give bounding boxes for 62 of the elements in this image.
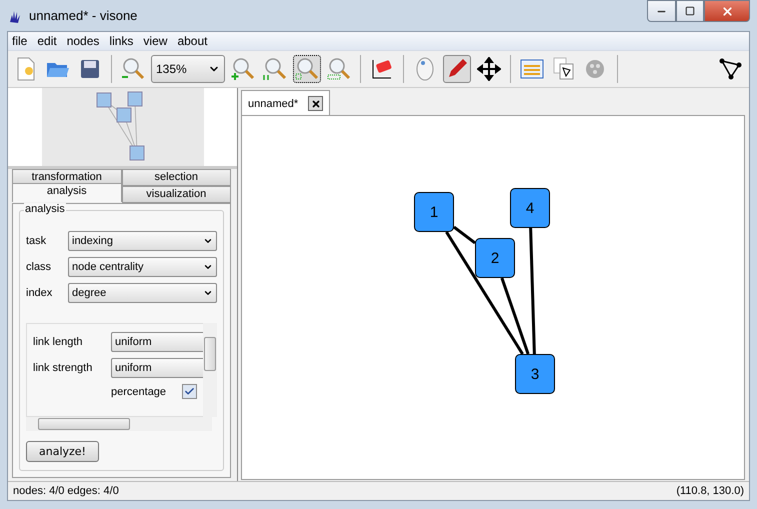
maximize-icon xyxy=(685,6,695,16)
panel-tab[interactable]: selection xyxy=(122,169,231,186)
zoom-fit-icon xyxy=(295,57,319,81)
graph-node[interactable]: 3 xyxy=(515,354,555,394)
document-tab[interactable]: unnamed* xyxy=(241,90,330,116)
checkbox[interactable] xyxy=(182,384,198,399)
zoom-level-dropdown[interactable]: 135% xyxy=(151,55,225,83)
dropdown[interactable]: uniform xyxy=(111,358,203,378)
status-counts: nodes: 4/0 edges: 4/0 xyxy=(13,485,119,497)
group-legend: analysis xyxy=(24,203,66,215)
list-window-icon xyxy=(520,59,544,79)
new-file-icon xyxy=(15,57,37,81)
menu-item[interactable]: nodes xyxy=(66,34,100,48)
field-label: class xyxy=(26,261,52,273)
dropdown[interactable]: uniform xyxy=(111,332,203,352)
menu-item[interactable]: view xyxy=(143,34,168,48)
menu-item[interactable]: about xyxy=(177,34,208,48)
analyze-button[interactable]: analyze! xyxy=(26,441,99,462)
maximize-button[interactable] xyxy=(676,0,704,22)
checkbox-label: percentage xyxy=(111,386,166,398)
graph-node[interactable]: 2 xyxy=(475,238,515,278)
graph-node[interactable]: 1 xyxy=(414,192,454,232)
zoom-width-icon xyxy=(327,57,351,81)
field-label: task xyxy=(26,235,48,247)
minimize-button[interactable] xyxy=(647,0,676,22)
menu-item[interactable]: edit xyxy=(37,34,57,48)
menu-item[interactable]: file xyxy=(12,34,28,48)
tab-close-button[interactable] xyxy=(308,96,324,111)
dropdown-caret-icon xyxy=(203,236,213,246)
zoom-in-icon xyxy=(231,57,255,81)
vertical-scrollbar[interactable] xyxy=(203,323,217,417)
mouse-icon xyxy=(416,57,434,81)
cursor-coordinates: (110.8, 130.0) xyxy=(676,485,744,497)
check-icon xyxy=(184,386,196,397)
zoom-out-icon xyxy=(121,57,145,81)
field-label: index xyxy=(26,287,54,299)
close-button[interactable] xyxy=(704,0,750,22)
close-icon xyxy=(310,98,321,108)
option-label: link length xyxy=(32,336,84,348)
tab-title: unnamed* xyxy=(248,98,298,110)
window-title: unnamed* - visone xyxy=(29,8,138,23)
copy-pages-icon xyxy=(553,57,575,81)
pencil-button[interactable] xyxy=(443,55,471,83)
panel-tab[interactable]: analysis xyxy=(12,183,122,202)
dropdown[interactable]: node centrality xyxy=(68,257,217,277)
menu-item[interactable]: links xyxy=(109,34,134,48)
move-arrows-button[interactable] xyxy=(475,55,503,83)
option-label: link strength xyxy=(32,362,94,374)
close-icon xyxy=(720,4,734,18)
horizontal-scrollbar[interactable] xyxy=(26,417,212,431)
eraser-icon xyxy=(370,57,394,81)
dropdown[interactable]: degree xyxy=(68,283,217,303)
graph-node[interactable]: 4 xyxy=(510,188,550,228)
dropdown-caret-icon xyxy=(203,262,213,272)
dropdown-caret-icon xyxy=(203,288,213,298)
move-arrows-icon xyxy=(477,57,501,81)
zoom-actual-size-icon xyxy=(263,57,287,81)
graph-canvas[interactable]: 1 2 3 4 xyxy=(241,115,745,480)
dropdown[interactable]: indexing xyxy=(68,231,217,251)
triangle-graph-icon xyxy=(719,58,743,80)
zoom-fit-button[interactable] xyxy=(293,55,321,83)
panel-tab[interactable]: visualization xyxy=(122,186,231,203)
